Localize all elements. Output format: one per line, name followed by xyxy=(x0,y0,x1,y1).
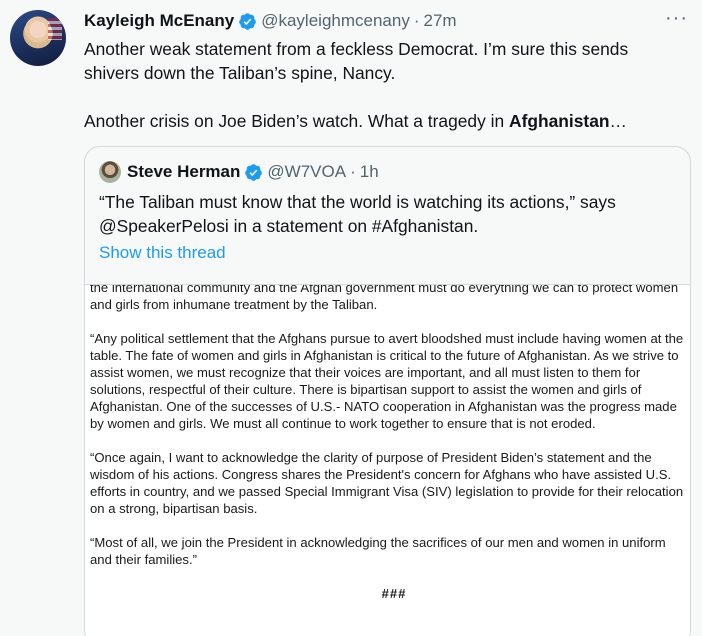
show-thread-link[interactable]: Show this thread xyxy=(99,243,226,263)
quoted-author-handle: @W7VOA xyxy=(267,162,347,181)
author-avatar[interactable] xyxy=(10,10,66,66)
tweet-text-line1: Another weak statement from a feckless D… xyxy=(84,39,629,83)
statement-image[interactable]: the international community and the Afgh… xyxy=(85,284,690,636)
author-name[interactable]: Kayleigh McEnany xyxy=(84,11,234,31)
separator-dot: · xyxy=(350,162,356,181)
quoted-tweet-timestamp: 1h xyxy=(359,162,379,181)
statement-paragraph: “Most of all, we join the President in a… xyxy=(90,535,666,567)
quoted-tweet-header: Steve Herman @W7VOA · 1h xyxy=(99,161,379,183)
verified-badge-icon xyxy=(239,12,257,30)
quoted-tweet[interactable]: Steve Herman @W7VOA · 1h “The Taliban mu… xyxy=(84,146,691,636)
quoted-tweet-text: “The Taliban must know that the world is… xyxy=(99,192,616,236)
statement-paragraph: the international community and the Afgh… xyxy=(90,284,679,312)
quoted-author-avatar xyxy=(99,161,121,183)
separator-dot: · xyxy=(413,11,420,30)
statement-paragraph: “Any political settlement that the Afgha… xyxy=(90,331,684,431)
tweet-timestamp[interactable]: 27m xyxy=(424,11,457,31)
statement-end-mark: ### xyxy=(381,586,407,601)
statement-text: the international community and the Afgh… xyxy=(90,284,690,602)
more-options-icon[interactable]: ··· xyxy=(665,8,688,28)
hashtag-afghanistan[interactable]: Afghanistan xyxy=(509,111,609,131)
author-handle[interactable]: @kayleighmcenany xyxy=(261,11,410,31)
tweet-text-line2: Another crisis on Joe Biden’s watch. Wha… xyxy=(84,109,684,133)
flag-detail xyxy=(48,18,62,40)
tweet-header: Kayleigh McEnany @kayleighmcenany · 27m xyxy=(84,10,457,32)
quoted-author-name: Steve Herman xyxy=(127,162,241,181)
verified-badge-icon xyxy=(245,163,263,181)
tweet-text-line2-suffix: … xyxy=(609,111,627,131)
tweet-text-line2-prefix: Another crisis on Joe Biden’s watch. Wha… xyxy=(84,111,510,131)
statement-paragraph: “Once again, I want to acknowledge the c… xyxy=(90,450,684,516)
tweet-text: Another weak statement from a feckless D… xyxy=(84,37,684,133)
